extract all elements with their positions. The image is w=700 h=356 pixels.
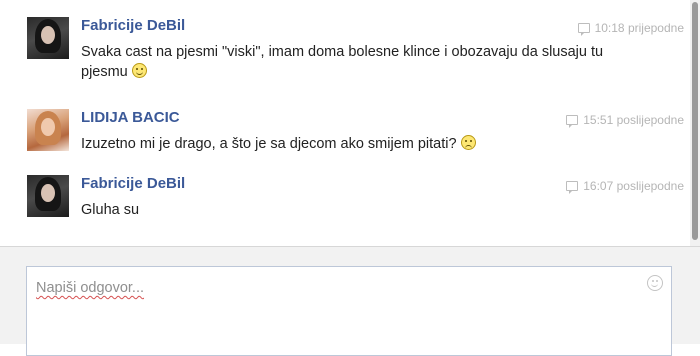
avatar-face (41, 184, 55, 202)
smile-emoticon-icon (131, 63, 147, 78)
frown-emoticon-icon (460, 135, 476, 150)
avatar[interactable] (27, 109, 69, 151)
reply-composer: Napiši odgovor... (0, 247, 700, 356)
message-body: Izuzetno mi je drago, a što je sa djecom… (81, 136, 457, 152)
chat-source-icon (566, 115, 579, 128)
message-body: Gluha su (81, 202, 140, 218)
message-meta: 16:07 poslijepodne (566, 179, 684, 194)
message-body: Svaka cast na pjesmi "viski", imam doma … (81, 44, 604, 80)
thread-scrollbar[interactable] (690, 0, 700, 246)
message-meta: 10:18 prijepodne (577, 21, 684, 36)
message-timestamp: 15:51 poslijepodne (583, 113, 684, 127)
chat-source-icon (566, 181, 579, 194)
reply-placeholder: Napiši odgovor... (36, 280, 145, 296)
chat-source-icon (577, 23, 590, 36)
message-text: Svaka cast na pjesmi "viski", imam doma … (81, 42, 641, 82)
message-meta: 15:51 poslijepodne (566, 113, 684, 128)
message-text: Gluha su (81, 200, 641, 220)
avatar-face (41, 118, 55, 136)
scrollbar-thumb[interactable] (692, 2, 698, 240)
author-name[interactable]: Fabricije DeBil (81, 175, 185, 192)
message-timestamp: 16:07 poslijepodne (583, 179, 684, 193)
avatar-face (41, 26, 55, 44)
message-text: Izuzetno mi je drago, a što je sa djecom… (81, 134, 641, 154)
avatar[interactable] (27, 175, 69, 217)
reply-input[interactable]: Napiši odgovor... (26, 266, 672, 356)
message-timestamp: 10:18 prijepodne (594, 21, 684, 35)
author-name[interactable]: Fabricije DeBil (81, 17, 185, 34)
avatar[interactable] (27, 17, 69, 59)
message-thread: Fabricije DeBil 10:18 prijepodne Svaka c… (0, 0, 690, 246)
author-name[interactable]: LIDIJA BACIC (81, 109, 180, 126)
emoji-picker-icon[interactable] (647, 275, 663, 291)
